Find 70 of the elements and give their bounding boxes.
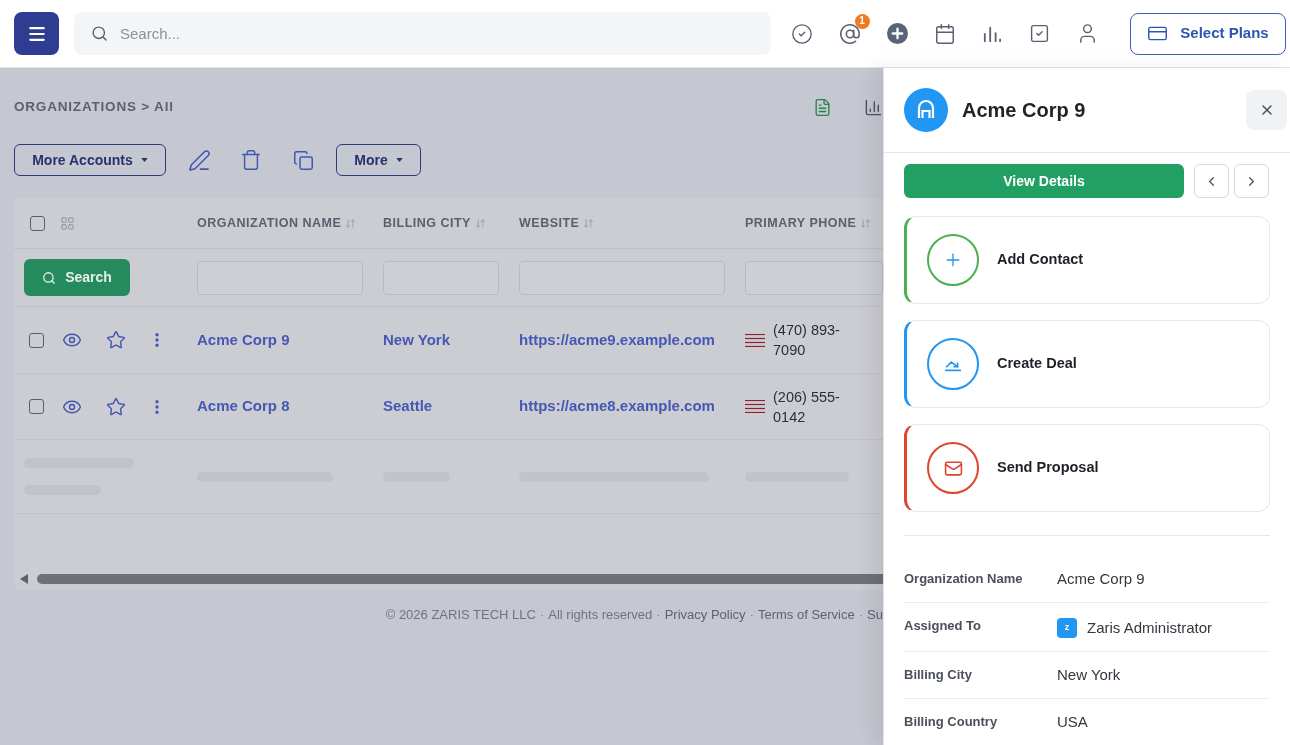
action-card[interactable]: Create Deal <box>904 320 1270 408</box>
footer-text: © 2026 ZARIS TECH LLC <box>385 606 536 624</box>
trash-icon[interactable] <box>240 149 262 171</box>
checkbox[interactable] <box>29 332 44 348</box>
column-header[interactable]: PRIMARY PHONE <box>745 213 857 233</box>
plus-circle-icon[interactable] <box>886 23 908 44</box>
at-sign-icon[interactable] <box>838 22 861 45</box>
menu-button[interactable] <box>14 12 59 55</box>
footer-separator: · <box>858 606 864 624</box>
checkbox[interactable] <box>29 399 44 414</box>
star-icon[interactable] <box>106 330 126 350</box>
search-field[interactable]: Search... <box>74 12 771 55</box>
action-card[interactable]: Add Contact <box>904 216 1270 304</box>
view-details-button[interactable]: View Details <box>904 164 1184 198</box>
search-icon <box>91 25 108 42</box>
detail-value: Acme Corp 9 <box>1057 569 1146 589</box>
detail-label: Assigned To <box>904 617 983 635</box>
phone-number: (206) 555-0142 <box>773 387 841 427</box>
detail-value: Zaris Administrator <box>1087 618 1213 638</box>
footer-separator: · <box>749 606 754 624</box>
detail-label: Billing City <box>904 666 973 684</box>
bar-chart-icon[interactable] <box>981 24 1003 43</box>
organization-link[interactable]: Acme Corp 8 <box>197 395 290 418</box>
user-avatar: z <box>1057 618 1077 638</box>
website-link[interactable]: https://acme9.example.com <box>519 328 715 352</box>
scrollbar-thumb[interactable] <box>37 574 883 584</box>
caret-icon <box>140 158 148 162</box>
column-header[interactable]: WEBSITE <box>519 213 580 233</box>
close-button[interactable] <box>1246 90 1287 130</box>
more-dropdown[interactable]: More <box>336 144 421 176</box>
footer-separator: · <box>539 606 545 624</box>
star-icon[interactable] <box>106 396 126 417</box>
notification-badge: 1 <box>854 13 870 29</box>
footer-text: All rights reserved <box>548 606 653 624</box>
scroll-left-icon[interactable] <box>20 574 28 584</box>
city-link[interactable]: Seattle <box>383 395 433 418</box>
website-link[interactable]: https://acme8.example.com <box>519 395 715 418</box>
calendar-icon[interactable] <box>933 22 956 45</box>
pencil-icon[interactable] <box>188 148 211 172</box>
flag-icon <box>745 400 765 413</box>
more-accounts-dropdown[interactable]: More Accounts <box>14 144 166 176</box>
caret-icon <box>395 158 403 162</box>
check-square-icon[interactable] <box>1029 23 1050 44</box>
phone-number: (470) 893-7090 <box>773 321 841 360</box>
detail-value: New York <box>1057 665 1122 685</box>
footer-link[interactable]: Su <box>867 605 883 625</box>
filter-field[interactable] <box>745 260 883 295</box>
drawer-title: Acme Corp 9 <box>962 98 1086 123</box>
detail-label: Billing Country <box>904 713 999 731</box>
column-header[interactable]: ORGANIZATION NAME <box>197 213 342 233</box>
select-plans-button[interactable]: Select Plans <box>1130 12 1286 55</box>
breadcrumb: ORGANIZATIONS > All <box>14 97 174 116</box>
column-header[interactable]: BILLING CITY <box>383 213 471 233</box>
detail-value: USA <box>1057 712 1089 732</box>
document-icon[interactable] <box>813 97 832 117</box>
detail-label: Organization Name <box>904 570 1024 588</box>
city-link[interactable]: New York <box>383 328 450 352</box>
search-button[interactable]: Search <box>24 259 130 296</box>
organization-link[interactable]: Acme Corp 9 <box>197 328 290 352</box>
footer-link[interactable]: Terms of Service <box>757 605 855 625</box>
footer-link[interactable]: Privacy Policy <box>664 605 746 625</box>
check-circle-icon[interactable] <box>791 22 813 45</box>
checkbox[interactable] <box>30 215 45 231</box>
copy-icon[interactable] <box>293 149 314 171</box>
bar-chart-icon[interactable] <box>864 97 883 117</box>
footer-separator: · <box>656 606 661 624</box>
action-card[interactable]: Send Proposal <box>904 424 1270 512</box>
search-icon <box>42 270 57 285</box>
house-icon <box>904 88 948 132</box>
flag-icon <box>745 333 765 347</box>
